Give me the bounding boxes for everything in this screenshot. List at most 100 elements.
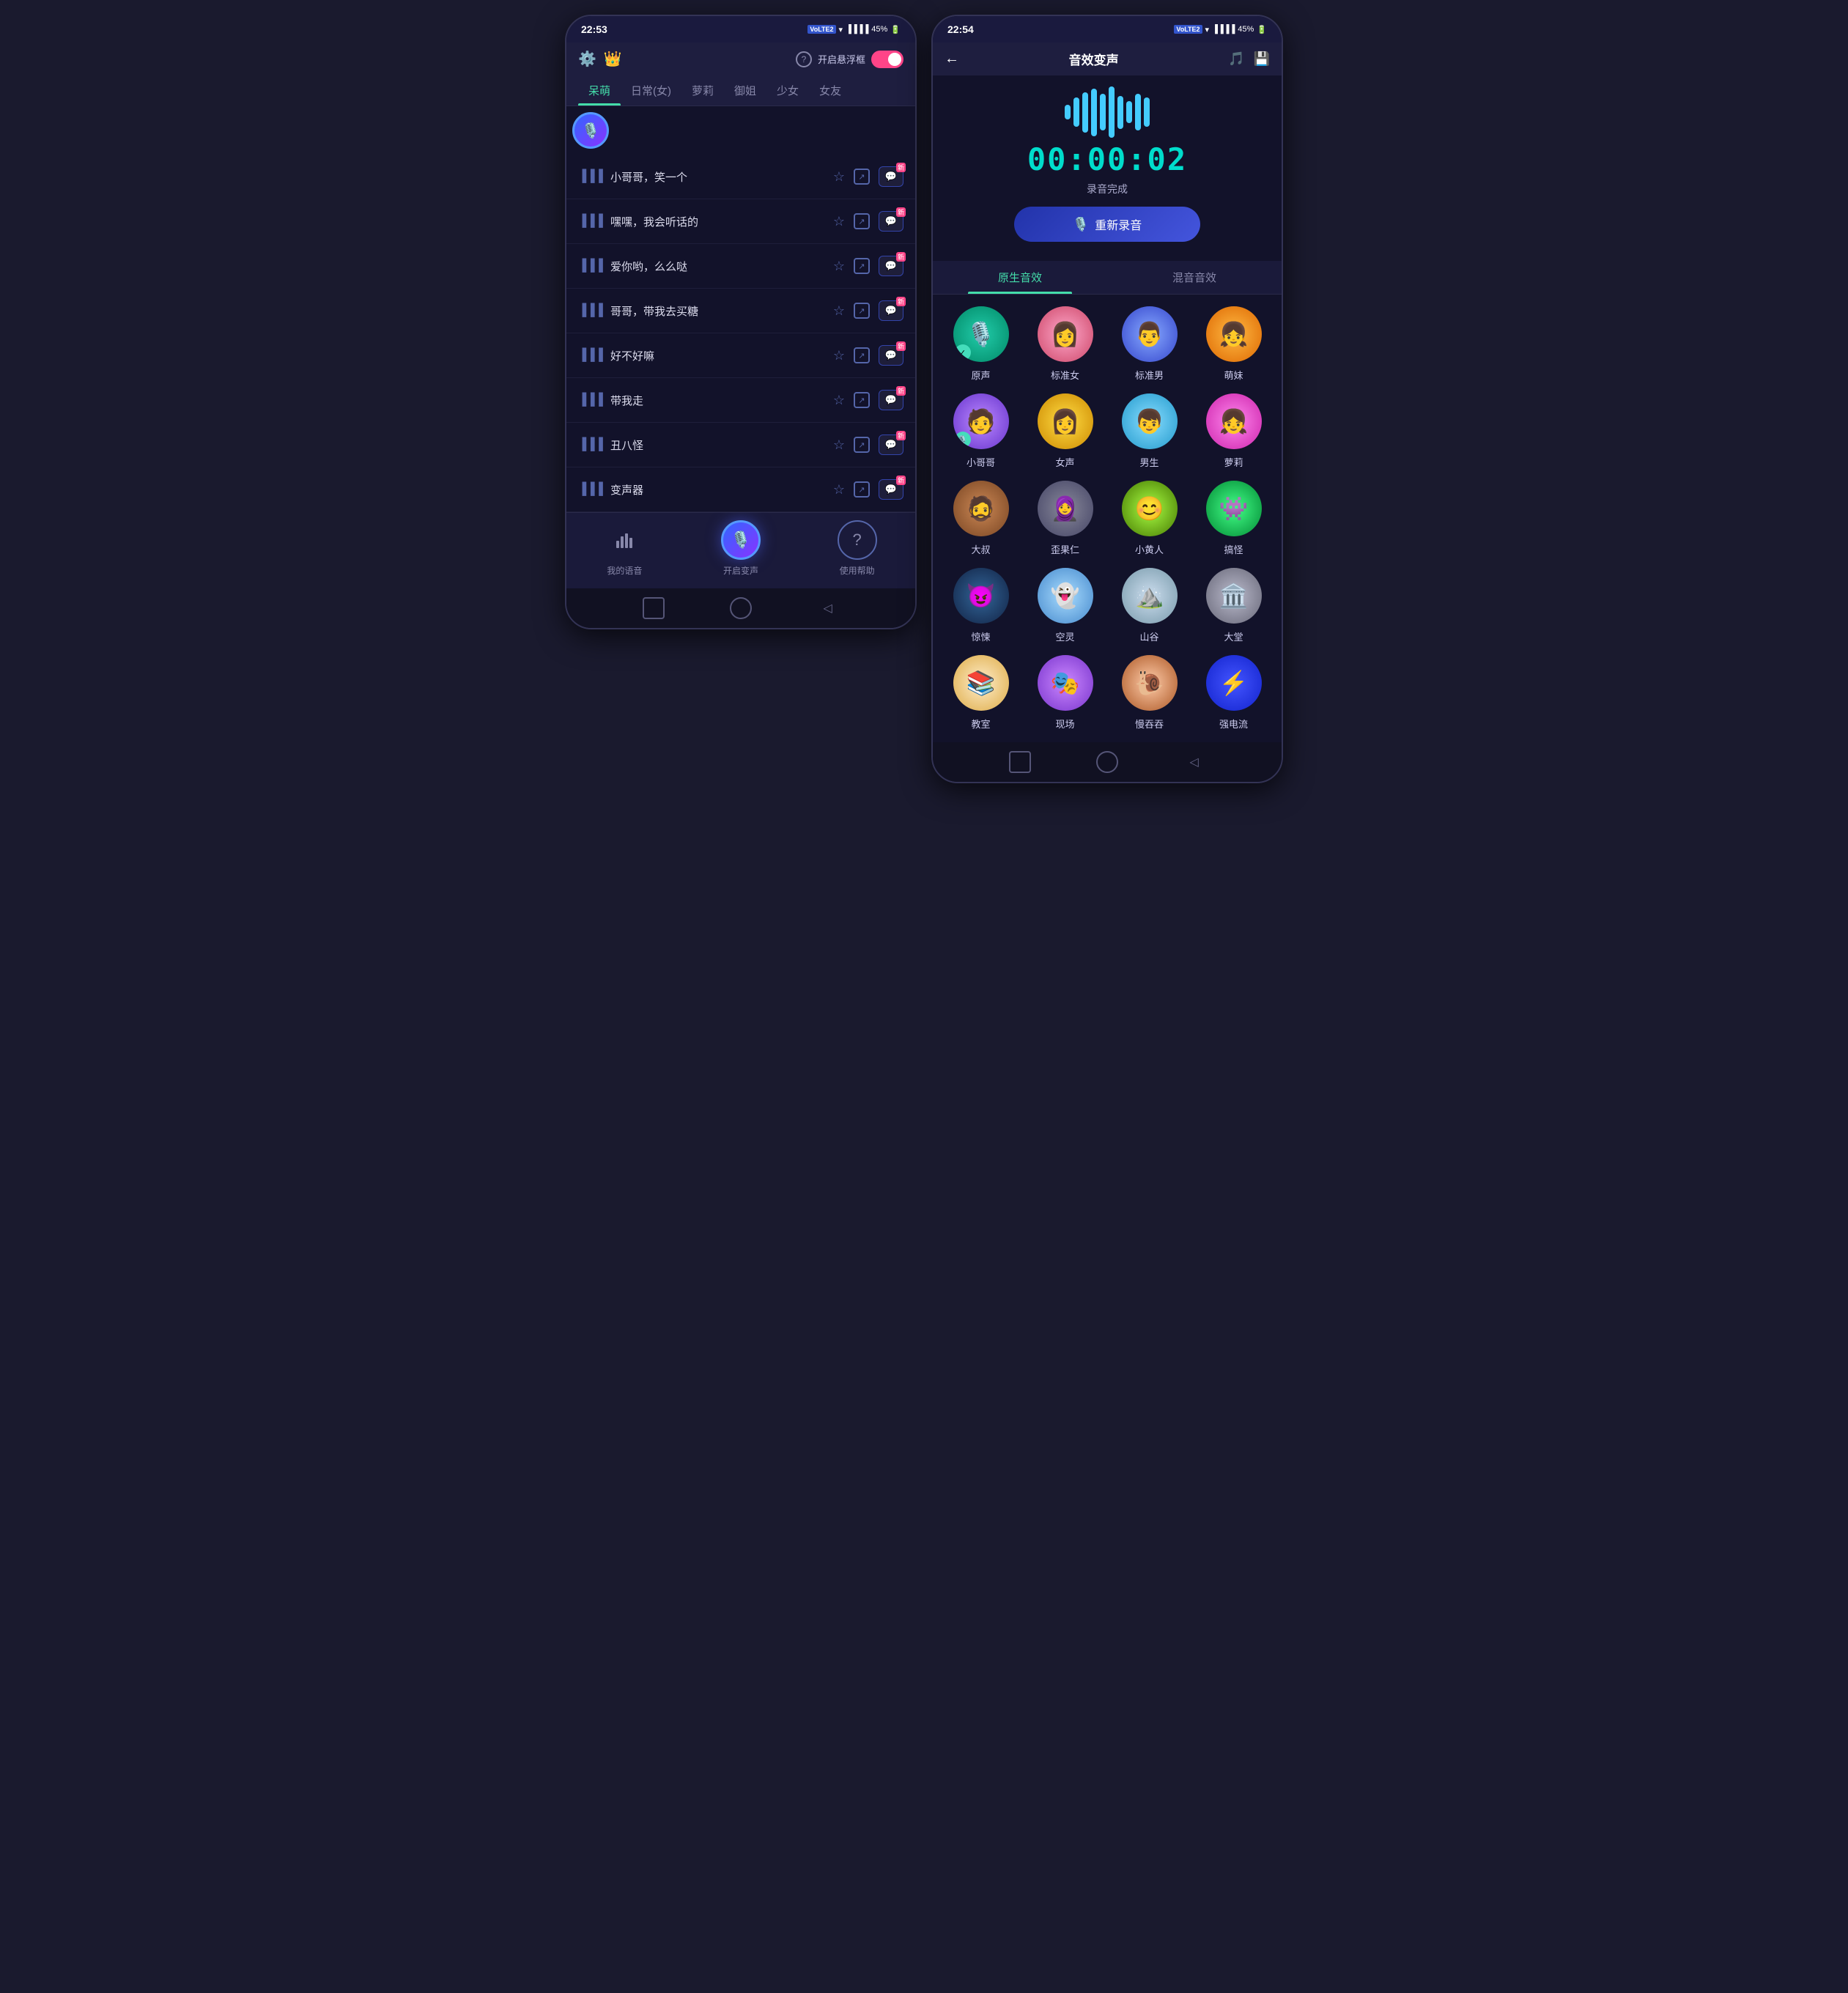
- home-btn-right[interactable]: [1096, 751, 1118, 773]
- voice-actions-1: ☆ ↗ 💬: [833, 211, 903, 232]
- voice-actions-3: ☆ ↗ 💬: [833, 300, 903, 321]
- effect-avatar-15: 🏛️: [1206, 568, 1262, 624]
- star-icon-3[interactable]: ☆: [833, 303, 845, 319]
- voice-item-3[interactable]: ▐▐▐ 哥哥，带我去买糖 ☆ ↗ 💬: [566, 289, 915, 333]
- cat-tab-0[interactable]: 呆萌: [578, 75, 621, 106]
- rerecord-button[interactable]: 🎙️ 重新录音: [1014, 207, 1200, 242]
- effect-item-6[interactable]: 👦 男生: [1113, 393, 1186, 469]
- recent-apps-btn-left[interactable]: [643, 597, 665, 619]
- star-icon-5[interactable]: ☆: [833, 393, 845, 408]
- effect-icon-2: 👨: [1135, 320, 1164, 348]
- effect-tab-1[interactable]: 混音音效: [1107, 261, 1282, 294]
- help-icon[interactable]: ?: [796, 51, 812, 67]
- back-btn-right[interactable]: ◁: [1183, 751, 1205, 773]
- voice-item-2[interactable]: ▐▐▐ 爱你哟，么么哒 ☆ ↗ 💬: [566, 244, 915, 289]
- share-icon-5[interactable]: ↗: [854, 392, 870, 408]
- crown-icon[interactable]: 👑: [604, 50, 622, 68]
- wave-bar-3: [1091, 89, 1097, 136]
- voice-item-0[interactable]: ▐▐▐ 小哥哥，笑一个 ☆ ↗ 💬: [566, 155, 915, 199]
- effect-item-18[interactable]: 🐌 慢吞吞: [1113, 655, 1186, 731]
- effect-item-9[interactable]: 🧕 歪果仁: [1029, 481, 1101, 556]
- effect-item-13[interactable]: 👻 空灵: [1029, 568, 1101, 643]
- voice-item-4[interactable]: ▐▐▐ 好不好嘛 ☆ ↗ 💬: [566, 333, 915, 378]
- music-note-icon[interactable]: 🎵: [1228, 51, 1244, 67]
- help-nav-icon: ?: [838, 520, 877, 560]
- cat-tab-2[interactable]: 萝莉: [681, 75, 724, 106]
- right-phone: 22:54 VoLTE2 ▾ ▐▐▐▐ 45% 🔋 ← 音效变声 🎵 💾: [931, 15, 1283, 783]
- voice-actions-6: ☆ ↗ 💬: [833, 435, 903, 455]
- voice-item-5[interactable]: ▐▐▐ 带我走 ☆ ↗ 💬: [566, 378, 915, 423]
- timer-display: 00:00:02: [1027, 141, 1187, 177]
- effect-item-12[interactable]: 😈 惊悚: [945, 568, 1017, 643]
- effect-avatar-13: 👻: [1038, 568, 1093, 624]
- cat-tab-5[interactable]: 女友: [809, 75, 851, 106]
- home-btn-left[interactable]: [730, 597, 752, 619]
- voice-name-0: 小哥哥，笑一个: [610, 169, 826, 185]
- save-icon[interactable]: 💾: [1254, 51, 1270, 67]
- voice-item-6[interactable]: ▐▐▐ 丑八怪 ☆ ↗ 💬: [566, 423, 915, 467]
- effect-label-10: 小黄人: [1135, 542, 1164, 556]
- nav-voice-change-label: 开启变声: [723, 564, 758, 577]
- effect-item-0[interactable]: 🎙️ ✓ 原声: [945, 306, 1017, 382]
- effect-avatar-12: 😈: [953, 568, 1009, 624]
- star-icon-1[interactable]: ☆: [833, 214, 845, 229]
- effect-item-8[interactable]: 🧔 大叔: [945, 481, 1017, 556]
- effect-item-15[interactable]: 🏛️ 大堂: [1197, 568, 1270, 643]
- voice-name-4: 好不好嘛: [610, 348, 826, 363]
- effect-item-16[interactable]: 📚 教室: [945, 655, 1017, 731]
- recent-apps-btn-right[interactable]: [1009, 751, 1031, 773]
- effect-label-4: 小哥哥: [966, 455, 995, 469]
- waveform-icon-2: ▐▐▐: [578, 259, 603, 273]
- status-time-left: 22:53: [581, 23, 607, 35]
- effect-item-3[interactable]: 👧 萌妹: [1197, 306, 1270, 382]
- effect-avatar-6: 👦: [1122, 393, 1178, 449]
- nav-voice-change[interactable]: 🎙️ 开启变声: [721, 520, 761, 577]
- nav-help[interactable]: ? 使用帮助: [838, 520, 877, 577]
- left-phone: 22:53 VoLTE2 ▾ ▐▐▐▐ 45% 🔋 ⚙️ 👑 ? 开启悬浮框 呆…: [565, 15, 917, 629]
- effect-item-4[interactable]: 🧑 🎙️ 小哥哥: [945, 393, 1017, 469]
- effect-item-11[interactable]: 👾 搞怪: [1197, 481, 1270, 556]
- cat-tab-3[interactable]: 御姐: [724, 75, 766, 106]
- star-icon-6[interactable]: ☆: [833, 437, 845, 453]
- effect-item-17[interactable]: 🎭 现场: [1029, 655, 1101, 731]
- effect-item-7[interactable]: 👧 萝莉: [1197, 393, 1270, 469]
- share-icon-7[interactable]: ↗: [854, 481, 870, 498]
- star-icon-4[interactable]: ☆: [833, 348, 845, 363]
- voice-item-7[interactable]: ▐▐▐ 变声器 ☆ ↗ 💬: [566, 467, 915, 512]
- effect-item-5[interactable]: 👩 女声: [1029, 393, 1101, 469]
- wave-bar-0: [1065, 105, 1071, 119]
- effect-avatar-5: 👩: [1038, 393, 1093, 449]
- effect-item-14[interactable]: ⛰️ 山谷: [1113, 568, 1186, 643]
- effect-label-19: 强电流: [1219, 717, 1248, 731]
- effect-item-2[interactable]: 👨 标准男: [1113, 306, 1186, 382]
- wave-bar-1: [1073, 97, 1079, 127]
- effect-tab-0[interactable]: 原生音效: [933, 261, 1107, 294]
- effect-item-19[interactable]: ⚡ 强电流: [1197, 655, 1270, 731]
- share-icon-1[interactable]: ↗: [854, 213, 870, 229]
- star-icon-7[interactable]: ☆: [833, 482, 845, 498]
- cat-tab-1[interactable]: 日常(女): [621, 75, 681, 106]
- share-icon-4[interactable]: ↗: [854, 347, 870, 363]
- effect-item-1[interactable]: 👩 标准女: [1029, 306, 1101, 382]
- effect-icon-13: 👻: [1051, 582, 1080, 610]
- header-icons-right: 🎵 💾: [1228, 51, 1270, 67]
- status-bar-left: 22:53 VoLTE2 ▾ ▐▐▐▐ 45% 🔋: [566, 16, 915, 42]
- nav-my-voice[interactable]: 我的语音: [605, 520, 644, 577]
- star-icon-2[interactable]: ☆: [833, 259, 845, 274]
- voice-item-1[interactable]: ▐▐▐ 嘿嘿，我会听话的 ☆ ↗ 💬: [566, 199, 915, 244]
- effect-item-10[interactable]: 😊 小黄人: [1113, 481, 1186, 556]
- share-icon-2[interactable]: ↗: [854, 258, 870, 274]
- share-icon-0[interactable]: ↗: [854, 169, 870, 185]
- effect-label-3: 萌妹: [1224, 368, 1243, 382]
- floating-mic-button[interactable]: 🎙️: [572, 112, 609, 149]
- share-icon-3[interactable]: ↗: [854, 303, 870, 319]
- share-icon-6[interactable]: ↗: [854, 437, 870, 453]
- float-frame-toggle[interactable]: [871, 51, 903, 68]
- cat-tab-4[interactable]: 少女: [766, 75, 809, 106]
- back-button[interactable]: ←: [945, 51, 959, 67]
- back-btn-left[interactable]: ◁: [817, 597, 839, 619]
- settings-icon[interactable]: ⚙️: [578, 50, 596, 68]
- wifi-icon-left: ▾: [839, 25, 843, 34]
- star-icon-0[interactable]: ☆: [833, 169, 845, 185]
- voice-name-5: 带我走: [610, 393, 826, 408]
